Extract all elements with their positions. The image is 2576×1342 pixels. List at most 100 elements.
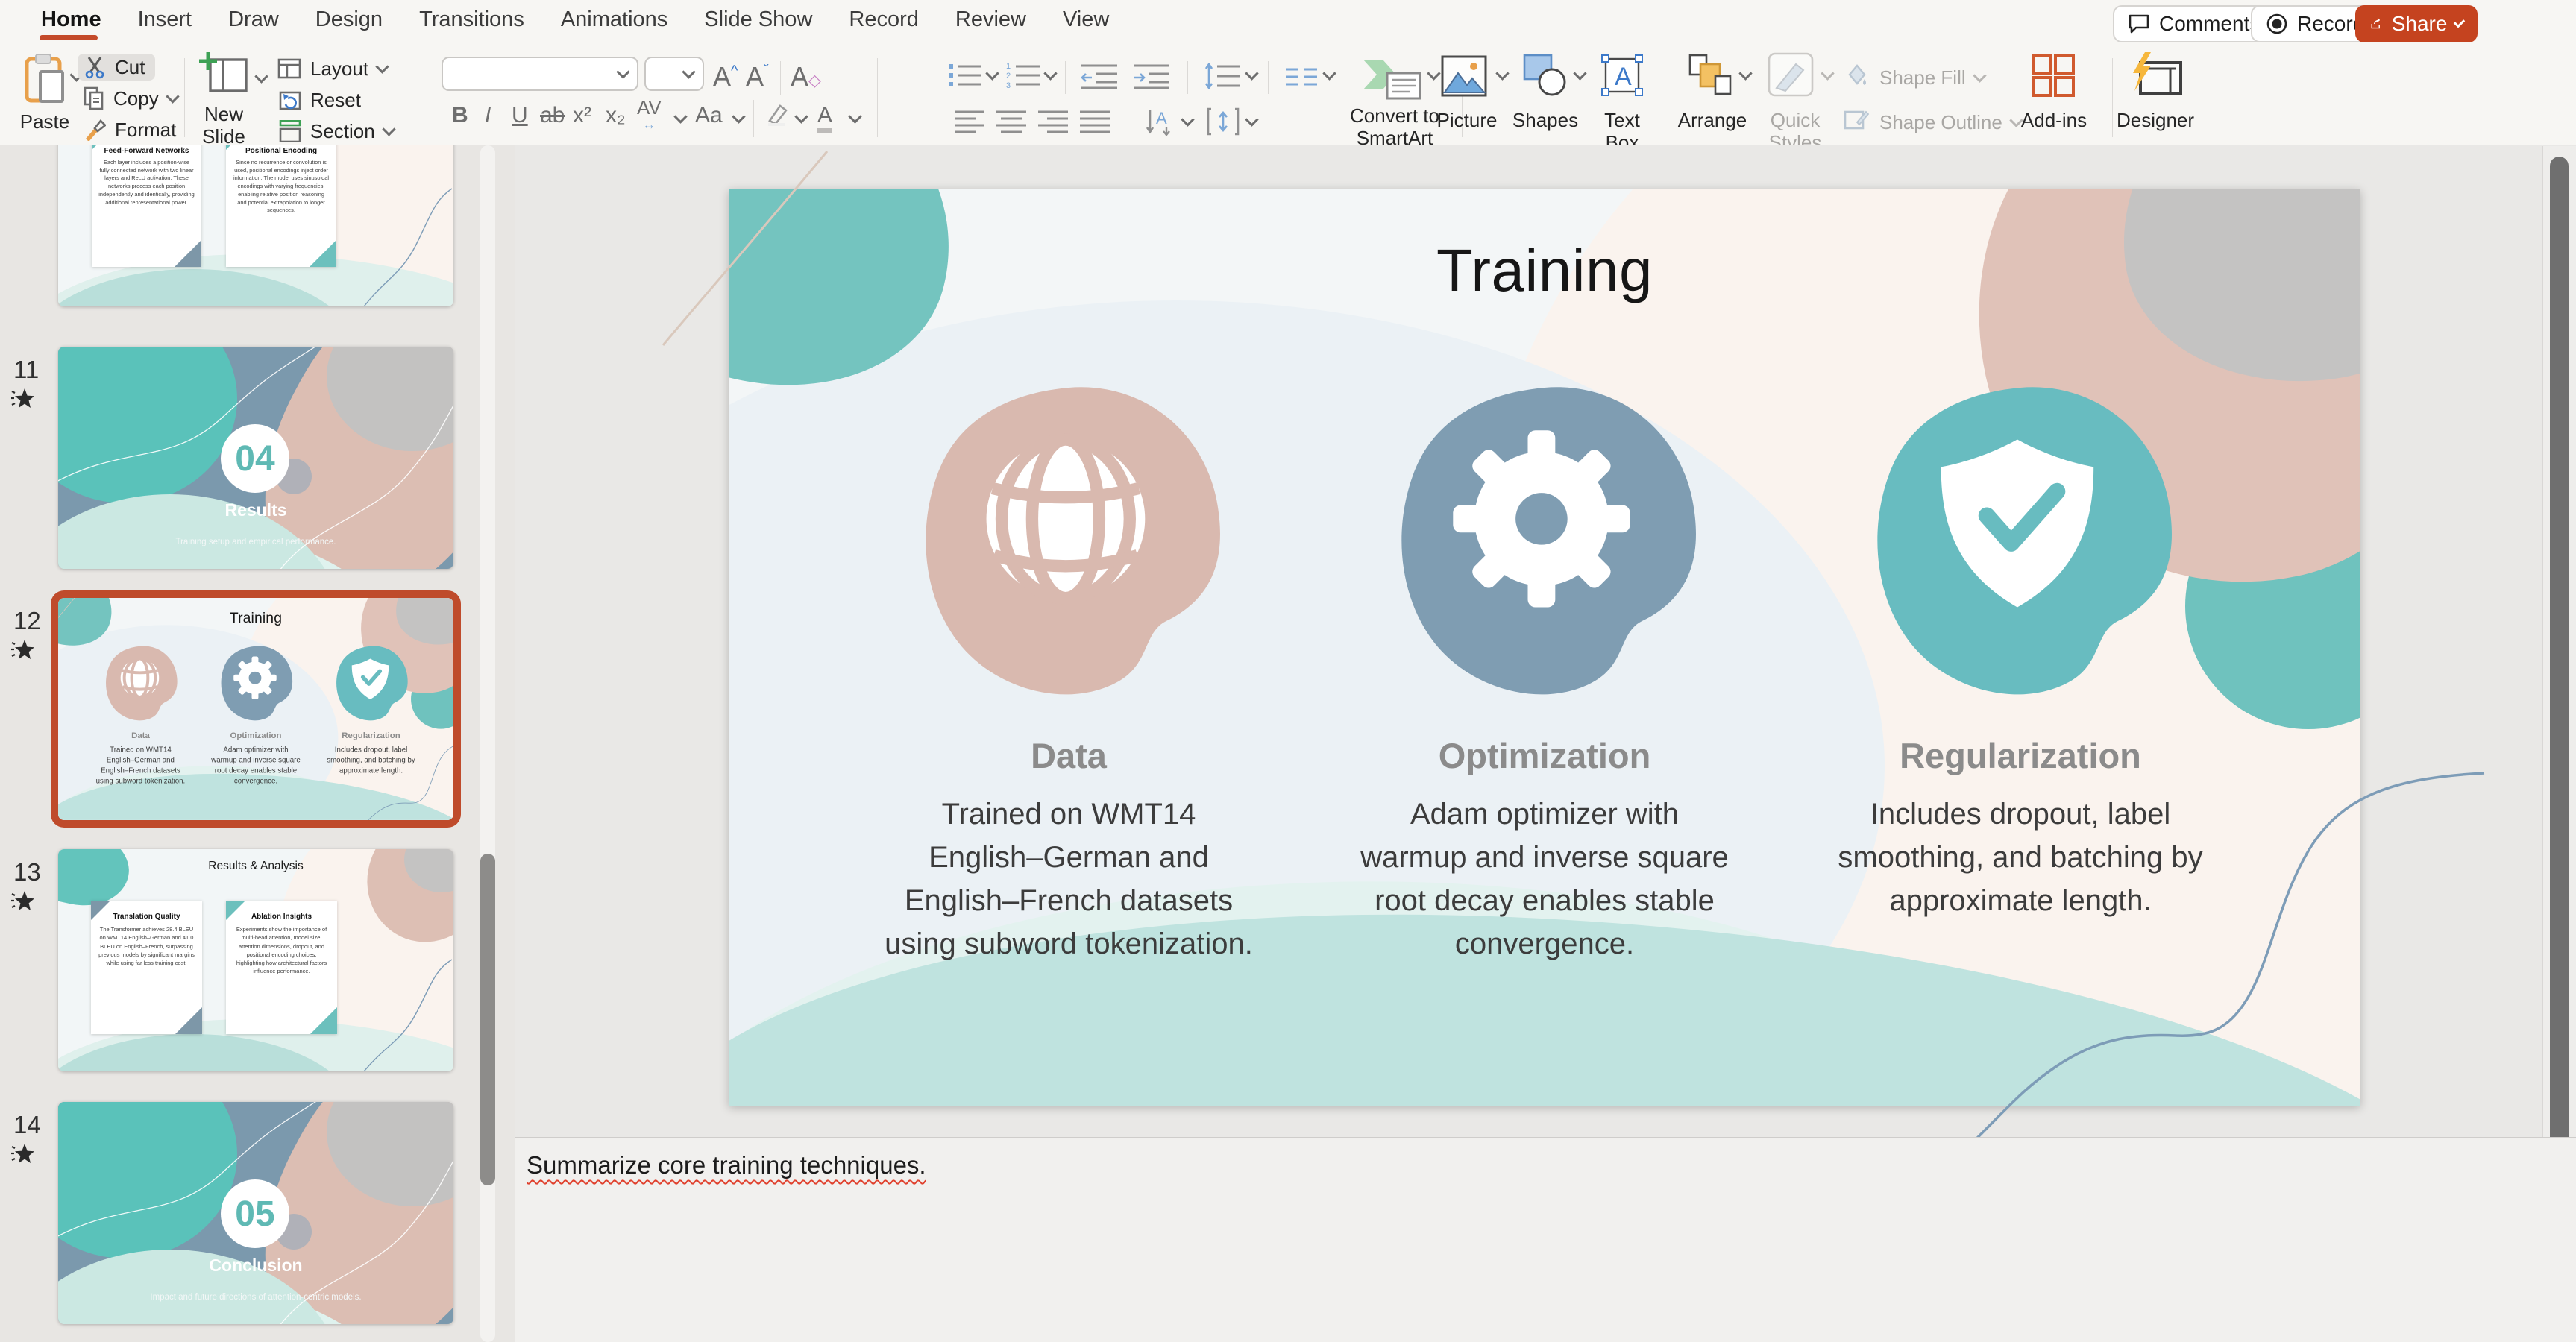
decrease-font-size-button[interactable]: Aˇ: [746, 61, 769, 92]
format-painter-button[interactable]: Format: [84, 116, 176, 143]
column-regularization[interactable]: Regularization Includes dropout, label s…: [1826, 371, 2214, 965]
subscript-button[interactable]: x₂: [606, 103, 626, 128]
numbering-button[interactable]: 123: [1005, 61, 1041, 93]
notes-pane[interactable]: Summarize core training techniques.: [515, 1137, 2576, 1342]
bold-button[interactable]: B: [452, 103, 468, 128]
tab-draw[interactable]: Draw: [228, 7, 279, 32]
new-slide-button[interactable]: [198, 51, 249, 101]
increase-indent-button[interactable]: [1132, 63, 1171, 93]
designer-button[interactable]: [2127, 52, 2184, 101]
column-optimization[interactable]: Optimization Adam optimizer with warmup …: [1351, 371, 1738, 965]
slide-title-textbox[interactable]: Training: [729, 236, 2360, 305]
arrange-chevron[interactable]: [1738, 66, 1752, 80]
increase-font-size-button[interactable]: A^: [713, 61, 738, 92]
superscript-button[interactable]: x²: [573, 103, 591, 128]
card-title: Positional Encoding: [226, 145, 336, 155]
change-case-button[interactable]: Aa: [695, 103, 723, 128]
new-slide-dropdown-chevron[interactable]: [254, 69, 268, 83]
thumbnail-title: Results: [58, 500, 453, 520]
text-box-button[interactable]: A: [1600, 54, 1644, 101]
format-brush-icon: [84, 119, 106, 141]
shape-fill-button[interactable]: [1842, 63, 1869, 92]
line-spacing-button[interactable]: [1204, 63, 1241, 93]
font-size-combobox[interactable]: [644, 57, 704, 91]
slide-thumbnail-12-selected[interactable]: Training Data Trained on WMT14 English–G…: [58, 598, 453, 820]
svg-text:2: 2: [1006, 72, 1011, 81]
card-corner-triangle: [310, 240, 336, 267]
column-heading[interactable]: Data: [1031, 735, 1107, 776]
column-heading[interactable]: Regularization: [1900, 735, 2141, 776]
slide-thumbnail-11[interactable]: 04 Results Training setup and empirical …: [58, 347, 453, 569]
copy-button[interactable]: Copy: [84, 85, 178, 112]
new-slide-icon: [198, 51, 249, 97]
justify-button[interactable]: [1078, 109, 1111, 138]
add-ins-button[interactable]: [2030, 54, 2076, 101]
editor-scrollbar-thumb[interactable]: [2550, 157, 2569, 1184]
designer-label: Designer: [2117, 109, 2194, 131]
gear-icon[interactable]: [1377, 371, 1712, 710]
paste-button[interactable]: [22, 52, 69, 104]
reset-button[interactable]: Reset: [277, 86, 361, 113]
tab-view[interactable]: View: [1063, 7, 1109, 32]
shapes-chevron[interactable]: [1573, 66, 1586, 80]
text-direction-button[interactable]: A: [1144, 107, 1174, 139]
italic-button[interactable]: I: [485, 103, 491, 128]
shape-outline-row[interactable]: Shape Outline: [1879, 109, 2021, 136]
tab-home[interactable]: Home: [41, 7, 101, 32]
tab-design[interactable]: Design: [315, 7, 383, 32]
font-name-combobox[interactable]: [442, 57, 638, 91]
align-center-button[interactable]: [995, 109, 1028, 138]
clear-formatting-button[interactable]: A◇: [791, 61, 821, 92]
highlight-color-button[interactable]: [765, 101, 791, 130]
convert-smartart-button[interactable]: [1360, 54, 1423, 107]
column-heading[interactable]: Optimization: [1439, 735, 1651, 776]
tab-slide-show[interactable]: Slide Show: [704, 7, 812, 32]
align-text-button[interactable]: [1207, 107, 1240, 139]
decrease-indent-button[interactable]: [1080, 63, 1119, 93]
tab-transitions[interactable]: Transitions: [419, 7, 524, 32]
decorative-curve: [356, 946, 453, 1071]
ribbon-separator: [1268, 61, 1269, 94]
share-button[interactable]: Share: [2355, 5, 2478, 42]
cut-button[interactable]: Cut: [78, 54, 155, 81]
arrange-button[interactable]: [1687, 54, 1733, 101]
align-right-button[interactable]: [1037, 109, 1069, 138]
picture-chevron[interactable]: [1495, 66, 1509, 80]
globe-icon[interactable]: [901, 371, 1237, 710]
shape-fill-row[interactable]: Shape Fill: [1879, 64, 1985, 91]
column-body[interactable]: Adam optimizer with warmup and inverse s…: [1358, 793, 1731, 965]
column-body[interactable]: Trained on WMT14 English–German and Engl…: [882, 793, 1255, 965]
shape-outline-button[interactable]: [1842, 107, 1869, 136]
smartart-chevron: [1427, 66, 1440, 80]
slide-editor-canvas[interactable]: Training Data Trained on WMT14 English–G…: [515, 145, 2576, 1137]
slide-thumbnail-14[interactable]: 05 Conclusion Impact and future directio…: [58, 1102, 453, 1324]
columns-button[interactable]: [1284, 66, 1319, 92]
character-spacing-button[interactable]: AV ↔: [637, 100, 662, 132]
tab-review[interactable]: Review: [955, 7, 1026, 32]
quick-styles-button[interactable]: [1766, 52, 1815, 101]
section-button[interactable]: Section: [277, 118, 394, 145]
ribbon-separator: [1065, 61, 1066, 94]
shapes-button[interactable]: [1523, 54, 1568, 101]
tab-record[interactable]: Record: [849, 7, 919, 32]
shield-check-icon[interactable]: [1853, 371, 2188, 710]
vertical-align-icon: [1207, 107, 1240, 136]
thumbnail-scrollbar-thumb[interactable]: [480, 854, 495, 1185]
align-left-button[interactable]: [953, 109, 986, 138]
column-body[interactable]: Includes dropout, label smoothing, and b…: [1834, 793, 2207, 922]
bullets-button[interactable]: [947, 61, 983, 93]
font-color-button[interactable]: A: [817, 103, 832, 133]
underline-button[interactable]: U: [512, 103, 528, 128]
column-data[interactable]: Data Trained on WMT14 English–German and…: [875, 371, 1263, 965]
editor-slide[interactable]: Training Data Trained on WMT14 English–G…: [729, 189, 2360, 1106]
strikethrough-button[interactable]: ab: [540, 103, 565, 128]
tab-animations[interactable]: Animations: [561, 7, 667, 32]
slide-thumbnail-10[interactable]: Feed-Forward Networks Each layer include…: [58, 145, 453, 306]
highlighter-pen-icon: [765, 101, 791, 127]
slide-thumbnail-13[interactable]: Results & Analysis Translation Quality T…: [58, 849, 453, 1071]
layout-button[interactable]: Layout: [277, 55, 387, 82]
notes-input[interactable]: Summarize core training techniques.: [527, 1151, 926, 1179]
svg-text:1: 1: [1006, 62, 1011, 71]
picture-button[interactable]: [1441, 55, 1487, 101]
tab-insert[interactable]: Insert: [138, 7, 192, 32]
